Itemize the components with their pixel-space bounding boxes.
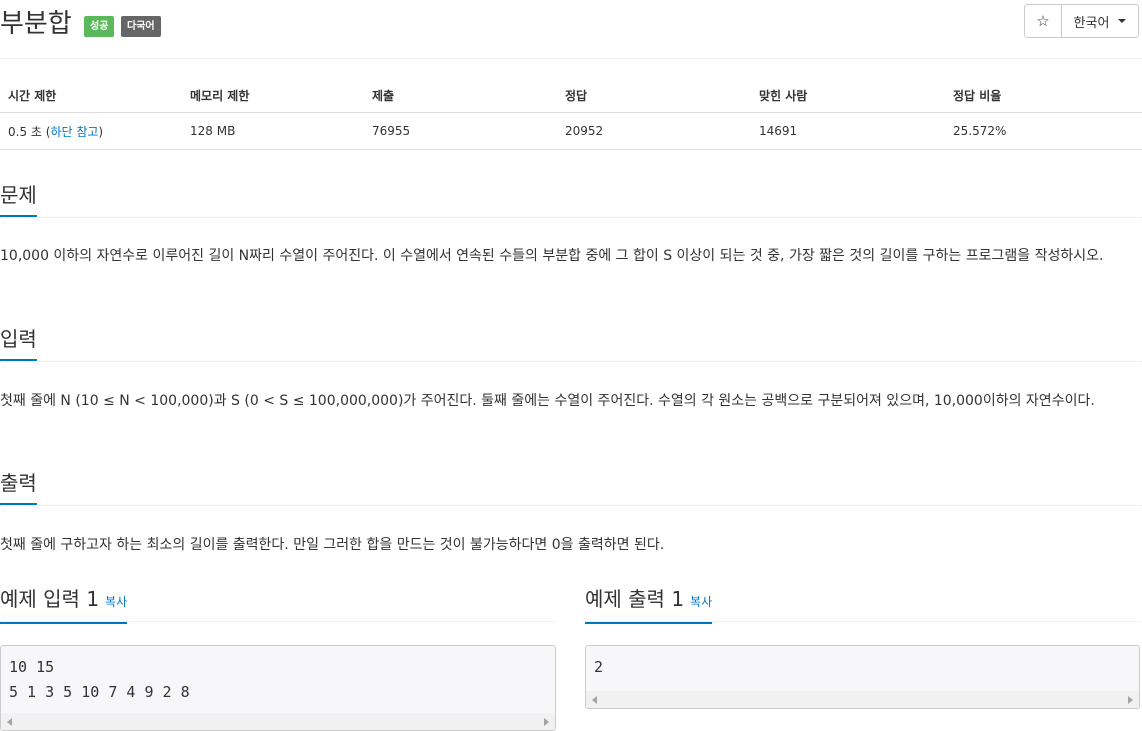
scroll-left-icon[interactable] xyxy=(7,718,12,726)
sample-input-header: 예제 입력 1 복사 xyxy=(0,585,556,624)
sample-output-box[interactable]: 2 xyxy=(585,645,1140,709)
sample-input-title: 예제 입력 1 xyxy=(0,587,100,611)
sample-output-content: 2 xyxy=(594,658,604,676)
sample-input-content: 10 15 5 1 3 5 10 7 4 9 2 8 xyxy=(9,658,190,701)
time-limit-note-link[interactable]: 하단 참고 xyxy=(50,125,98,139)
table-header-row: 시간 제한 메모리 제한 제출 정답 맞힌 사람 정답 비율 xyxy=(0,78,1142,113)
status-badge-success[interactable]: 성공 xyxy=(84,16,115,37)
header-submissions: 제출 xyxy=(364,78,557,113)
cell-ratio: 25.572% xyxy=(945,112,1142,150)
header-accepted: 정답 xyxy=(557,78,751,113)
cell-memory-limit: 128 MB xyxy=(182,112,364,150)
cell-time-limit: 0.5 초 (하단 참고) xyxy=(0,112,182,150)
input-section-header: 입력 xyxy=(0,325,1142,362)
problem-section-title: 문제 xyxy=(0,181,37,217)
sample-output-header: 예제 출력 1 복사 xyxy=(585,585,1140,624)
language-dropdown[interactable]: 한국어 xyxy=(1062,5,1138,37)
time-limit-value: 0.5 초 ( xyxy=(8,124,51,139)
page-header: 부분합 성공 다국어 ☆ 한국어 xyxy=(0,0,1142,59)
top-button-group: ☆ 한국어 xyxy=(1024,4,1139,38)
star-button[interactable]: ☆ xyxy=(1025,5,1062,37)
problem-description: 10,000 이하의 자연수로 이루어진 길이 N짜리 수열이 주어진다. 이 … xyxy=(0,248,1104,264)
star-icon: ☆ xyxy=(1036,12,1050,30)
caret-down-icon xyxy=(1118,19,1127,23)
copy-input-button[interactable]: 복사 xyxy=(105,595,127,609)
input-section-title: 입력 xyxy=(0,325,37,361)
language-label: 한국어 xyxy=(1073,15,1110,31)
output-section-header: 출력 xyxy=(0,469,1142,506)
scroll-right-icon[interactable] xyxy=(544,718,549,726)
output-section-title: 출력 xyxy=(0,469,37,505)
horizontal-scrollbar[interactable] xyxy=(1,713,555,730)
problem-info-table: 시간 제한 메모리 제한 제출 정답 맞힌 사람 정답 비율 0.5 초 (하단… xyxy=(0,78,1142,150)
header-time-limit: 시간 제한 xyxy=(0,78,182,113)
cell-submissions: 76955 xyxy=(364,112,557,150)
scroll-left-icon[interactable] xyxy=(592,696,597,704)
scroll-right-icon[interactable] xyxy=(1128,696,1133,704)
sample-input-box[interactable]: 10 15 5 1 3 5 10 7 4 9 2 8 xyxy=(0,645,556,731)
copy-output-button[interactable]: 복사 xyxy=(690,595,712,609)
problem-section-header: 문제 xyxy=(0,181,1142,218)
horizontal-scrollbar[interactable] xyxy=(586,691,1139,708)
problem-title: 부분합 xyxy=(0,9,72,39)
status-badge-multilang[interactable]: 다국어 xyxy=(121,16,161,37)
output-description: 첫째 줄에 구하고자 하는 최소의 길이를 출력한다. 만일 그러한 합을 만드… xyxy=(0,537,665,553)
cell-accepted: 20952 xyxy=(557,112,751,150)
header-solvers: 맞힌 사람 xyxy=(751,78,945,113)
header-memory-limit: 메모리 제한 xyxy=(182,78,364,113)
input-description: 첫째 줄에 N (10 ≤ N < 100,000)과 S (0 < S ≤ 1… xyxy=(0,393,1095,409)
sample-output-title: 예제 출력 1 xyxy=(585,587,685,611)
sample-input-heading: 예제 입력 1 복사 xyxy=(0,585,128,624)
sample-output-heading: 예제 출력 1 복사 xyxy=(585,585,713,624)
time-limit-suffix: ) xyxy=(98,124,104,139)
cell-solvers: 14691 xyxy=(751,112,945,150)
header-ratio: 정답 비율 xyxy=(945,78,1142,113)
table-row: 0.5 초 (하단 참고) 128 MB 76955 20952 14691 2… xyxy=(0,112,1142,150)
